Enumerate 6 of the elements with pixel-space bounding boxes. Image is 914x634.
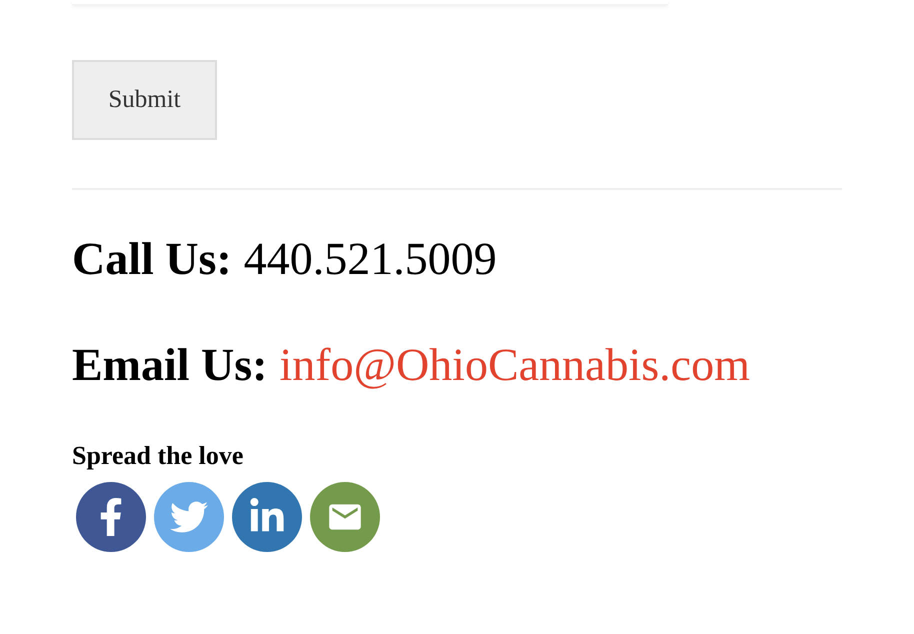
phone-number: 440.521.5009	[244, 236, 497, 282]
contact-label: Email Us:	[72, 342, 268, 388]
email-link[interactable]: info@OhioCannabis.com	[280, 342, 750, 388]
submit-button[interactable]: Submit	[72, 60, 217, 140]
share-heading: Spread the love	[72, 443, 244, 469]
contact-label: Call Us:	[72, 236, 232, 282]
